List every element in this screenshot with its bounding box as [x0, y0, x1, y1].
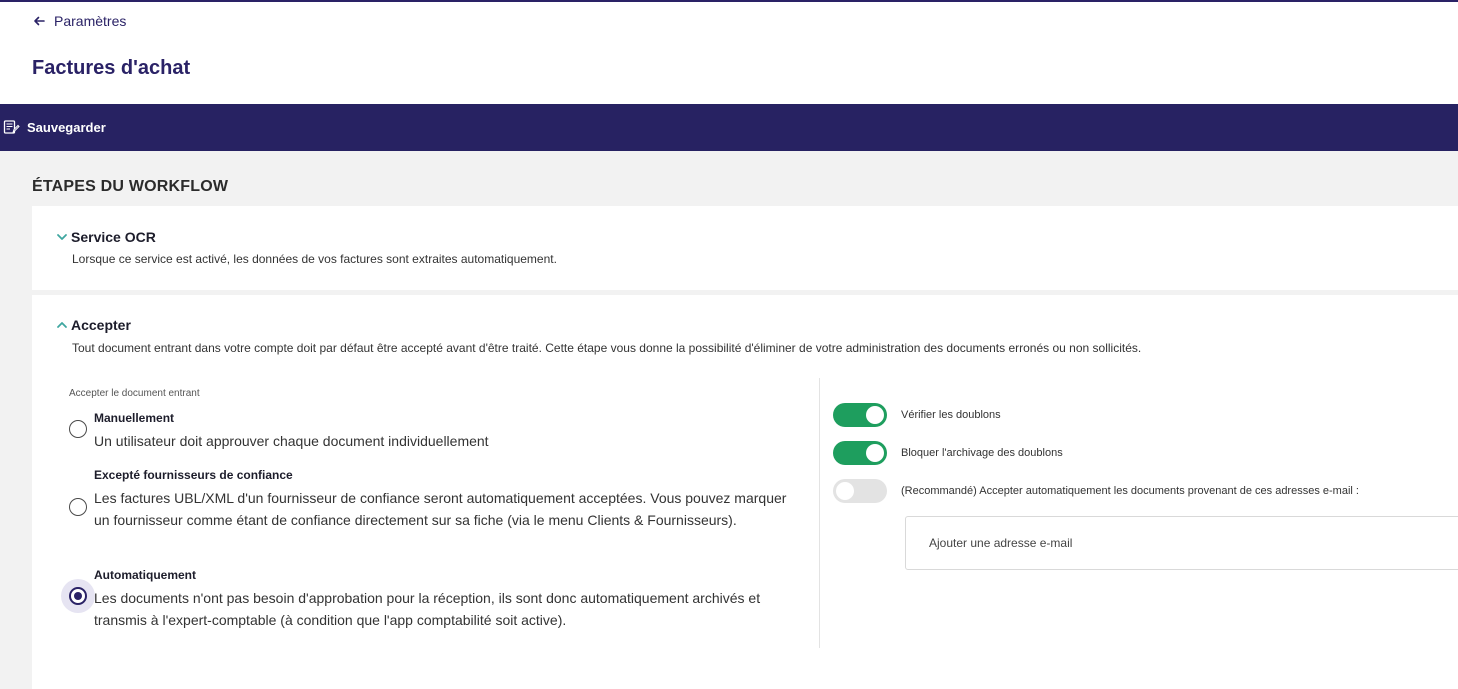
toggle-row-auto-accept-emails: (Recommandé) Accepter automatiquement le… — [833, 479, 1359, 503]
chevron-down-icon — [57, 234, 67, 240]
arrow-left-icon — [34, 16, 45, 26]
accept-card-title: Accepter — [71, 317, 131, 333]
save-button-label: Sauvegarder — [27, 120, 106, 135]
page-header: Paramètres Factures d'achat — [0, 2, 1458, 104]
accept-card-description: Tout document entrant dans votre compte … — [72, 341, 1142, 355]
ocr-service-card: Service OCR Lorsque ce service est activ… — [32, 206, 1458, 290]
email-address-input[interactable] — [905, 516, 1458, 570]
option-title: Excepté fournisseurs de confiance — [94, 468, 293, 482]
back-link-label: Paramètres — [54, 13, 127, 29]
page-title: Factures d'achat — [32, 57, 191, 79]
accept-group-label: Accepter le document entrant — [69, 388, 200, 399]
option-description: Un utilisateur doit approuver chaque doc… — [94, 433, 489, 449]
toggle-label: Bloquer l'archivage des doublons — [901, 447, 1063, 459]
option-title: Manuellement — [94, 411, 175, 425]
option-title: Automatiquement — [94, 568, 196, 582]
toggle-row-block-duplicates: Bloquer l'archivage des doublons — [833, 441, 1063, 465]
accept-card-toggle[interactable]: Accepter — [56, 317, 131, 333]
toggle-row-check-duplicates: Vérifier les doublons — [833, 403, 1001, 427]
block-duplicates-toggle[interactable] — [833, 441, 887, 465]
chevron-up-icon — [57, 322, 67, 328]
toggle-label: Vérifier les doublons — [901, 409, 1001, 421]
section-title: ÉTAPES DU WORKFLOW — [32, 178, 229, 195]
radio-trusted-suppliers[interactable] — [69, 498, 87, 516]
save-document-icon — [3, 120, 20, 134]
check-duplicates-toggle[interactable] — [833, 403, 887, 427]
toolbar: Sauvegarder — [0, 104, 1458, 151]
radio-manual[interactable] — [69, 420, 87, 438]
auto-accept-emails-toggle[interactable] — [833, 479, 887, 503]
column-divider — [819, 378, 820, 648]
ocr-card-description: Lorsque ce service est activé, les donné… — [72, 252, 557, 266]
radio-automatic[interactable] — [69, 587, 87, 605]
toggle-label: (Recommandé) Accepter automatiquement le… — [901, 485, 1359, 497]
option-description: Les factures UBL/XML d'un fournisseur de… — [94, 490, 787, 528]
save-button[interactable]: Sauvegarder — [0, 104, 116, 151]
ocr-card-title: Service OCR — [71, 229, 156, 245]
option-description: Les documents n'ont pas besoin d'approba… — [94, 590, 761, 628]
accept-card: Accepter Tout document entrant dans votr… — [32, 295, 1458, 689]
back-link[interactable]: Paramètres — [33, 13, 126, 29]
ocr-card-toggle[interactable]: Service OCR — [56, 229, 156, 245]
